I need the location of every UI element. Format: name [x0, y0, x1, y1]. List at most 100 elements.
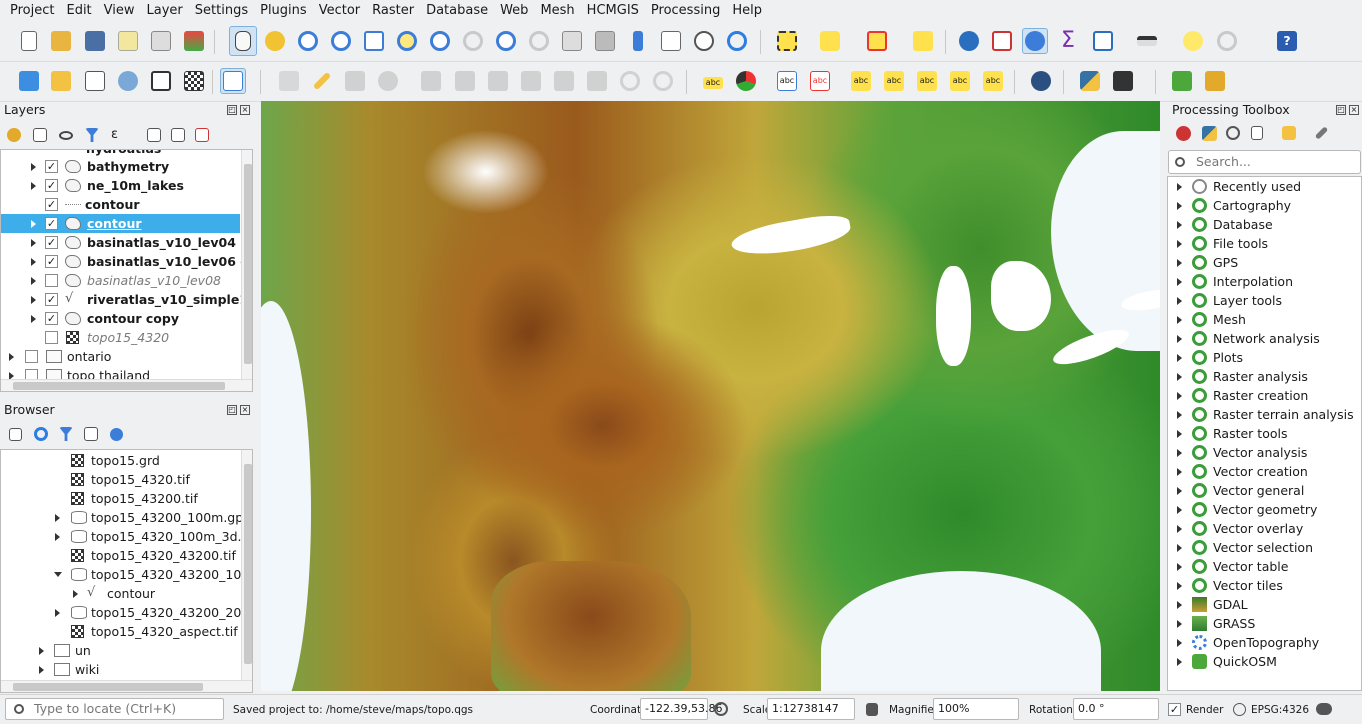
toolbox-search-input[interactable]: Search...: [1168, 150, 1361, 174]
float-icon[interactable]: ◰: [1336, 105, 1346, 115]
toolbox-provider-item[interactable]: Vector table: [1168, 557, 1361, 576]
expand-arrow-icon[interactable]: [1177, 259, 1182, 267]
expand-arrow-icon[interactable]: [1177, 240, 1182, 248]
add-raster-icon[interactable]: [181, 68, 207, 94]
new-bookmark-icon[interactable]: [625, 28, 651, 54]
toolbox-provider-item[interactable]: GRASS: [1168, 614, 1361, 633]
toggle-editing-icon[interactable]: [276, 68, 302, 94]
rotation-spinbox[interactable]: 0.0 °: [1073, 698, 1159, 720]
refresh-icon[interactable]: [30, 423, 52, 445]
add-vector-layer-icon[interactable]: [48, 68, 74, 94]
toolbox-provider-item[interactable]: Recently used: [1168, 177, 1361, 196]
pencil-icon[interactable]: [309, 68, 335, 94]
render-checkbox[interactable]: ✓: [1168, 703, 1181, 716]
scale-combobox[interactable]: 1:12738147: [767, 698, 855, 720]
coordinate-field[interactable]: -122.39,53.86: [640, 698, 722, 720]
temporal-controller-icon[interactable]: [691, 28, 717, 54]
models-icon[interactable]: [1172, 122, 1194, 144]
toolbox-provider-item[interactable]: Vector geometry: [1168, 500, 1361, 519]
toolbox-provider-item[interactable]: Mesh: [1168, 310, 1361, 329]
layer-row[interactable]: ✓ basinatlas_v10_lev06 copy: [1, 252, 252, 271]
toolbox-provider-item[interactable]: QuickOSM: [1168, 652, 1361, 671]
browser-item[interactable]: un: [1, 641, 240, 660]
pin-labels-icon[interactable]: abc: [774, 68, 800, 94]
layer-row-selected[interactable]: ✓ contour: [1, 214, 240, 233]
cut-features-icon[interactable]: [518, 68, 544, 94]
menu-layer[interactable]: Layer: [141, 0, 189, 22]
add-delimited-text-icon[interactable]: [82, 68, 108, 94]
browser-item[interactable]: topo15_4320_43200.tif: [1, 546, 240, 565]
toolbox-provider-item[interactable]: Vector general: [1168, 481, 1361, 500]
zoom-full-icon[interactable]: [361, 28, 387, 54]
menu-hcmgis[interactable]: HCMGIS: [581, 0, 645, 22]
change-label-icon[interactable]: abc: [914, 68, 940, 94]
add-mesh-icon[interactable]: [148, 68, 174, 94]
close-icon[interactable]: ×: [240, 405, 250, 415]
layer-visibility-checkbox[interactable]: ✓: [45, 312, 58, 325]
menu-database[interactable]: Database: [420, 0, 494, 22]
layer-visibility-checkbox[interactable]: [25, 350, 38, 363]
magnifier-spinbox[interactable]: 100%: [933, 698, 1019, 720]
menu-settings[interactable]: Settings: [189, 0, 254, 22]
toolbox-provider-item[interactable]: Raster tools: [1168, 424, 1361, 443]
browser-item[interactable]: topo15_4320_43200_100m.gpkg: [1, 565, 252, 584]
menu-view[interactable]: View: [98, 0, 141, 22]
move-label-icon[interactable]: abc: [848, 68, 874, 94]
close-icon[interactable]: ×: [240, 105, 250, 115]
menu-vector[interactable]: Vector: [313, 0, 366, 22]
expand-arrow-icon[interactable]: [1177, 335, 1182, 343]
expand-arrow-icon[interactable]: [1177, 449, 1182, 457]
layer-row[interactable]: topo15_4320: [1, 328, 240, 347]
rotate-label-icon[interactable]: abc: [881, 68, 907, 94]
vertex-tool-icon[interactable]: [418, 68, 444, 94]
expand-arrow-icon[interactable]: [1177, 487, 1182, 495]
georeferencer-icon[interactable]: [1110, 68, 1136, 94]
refresh-icon[interactable]: [724, 28, 750, 54]
expand-arrow-icon[interactable]: [1177, 544, 1182, 552]
expand-arrow-icon[interactable]: [1177, 468, 1182, 476]
browser-horizontal-scrollbar[interactable]: [1, 680, 252, 692]
diagram-icon[interactable]: [733, 68, 759, 94]
menu-help[interactable]: Help: [726, 0, 768, 22]
menu-plugins[interactable]: Plugins: [254, 0, 313, 22]
browser-item[interactable]: topo15_4320_43200_200m.gpkg: [1, 603, 252, 622]
toolbox-provider-item[interactable]: File tools: [1168, 234, 1361, 253]
label-toolbar-icon[interactable]: abc: [700, 68, 726, 94]
layer-visibility-checkbox[interactable]: [45, 274, 58, 287]
expand-arrow-icon[interactable]: [1177, 373, 1182, 381]
new-print-layout-icon[interactable]: [115, 28, 141, 54]
toolbox-provider-item[interactable]: Raster analysis: [1168, 367, 1361, 386]
toolbox-provider-item[interactable]: Layer tools: [1168, 291, 1361, 310]
toolbox-provider-item[interactable]: Vector selection: [1168, 538, 1361, 557]
browser-item[interactable]: topo15_4320.tif: [1, 470, 240, 489]
zoom-in-icon[interactable]: [295, 28, 321, 54]
unpin-label-icon[interactable]: abc: [980, 68, 1006, 94]
expand-arrow-icon[interactable]: [1177, 297, 1182, 305]
toolbox-provider-item[interactable]: Cartography: [1168, 196, 1361, 215]
map-canvas[interactable]: [261, 101, 1160, 691]
toggle-extents-icon[interactable]: [714, 702, 728, 716]
browser-item[interactable]: topo15_4320_100m_3d.gpkg: [1, 527, 252, 546]
float-icon[interactable]: ◰: [227, 105, 237, 115]
toolbox-provider-item[interactable]: Database: [1168, 215, 1361, 234]
undo-icon[interactable]: [617, 68, 643, 94]
layer-row[interactable]: ✓ bathymetry: [1, 157, 240, 176]
expand-arrow-icon[interactable]: [1177, 278, 1182, 286]
new-3d-map-icon[interactable]: [592, 28, 618, 54]
expand-arrow-icon[interactable]: [1177, 506, 1182, 514]
crs-button[interactable]: EPSG:4326: [1251, 704, 1309, 716]
select-features-icon[interactable]: [774, 28, 800, 54]
save-project-icon[interactable]: [82, 28, 108, 54]
layer-group-row[interactable]: ontario: [1, 347, 240, 366]
help-icon[interactable]: ?: [1274, 28, 1300, 54]
browser-item[interactable]: topo15.grd: [1, 451, 240, 470]
expand-arrow-icon[interactable]: [1177, 411, 1182, 419]
new-project-icon[interactable]: [16, 28, 42, 54]
toolbox-provider-item[interactable]: GDAL: [1168, 595, 1361, 614]
expand-arrow-icon[interactable]: [1177, 601, 1182, 609]
digitize-toggle-icon[interactable]: [220, 68, 246, 94]
filter-expression-icon[interactable]: ε: [107, 124, 129, 146]
copy-features-icon[interactable]: [551, 68, 577, 94]
add-selected-layers-icon[interactable]: [4, 423, 26, 445]
expand-arrow-icon[interactable]: [1177, 430, 1182, 438]
